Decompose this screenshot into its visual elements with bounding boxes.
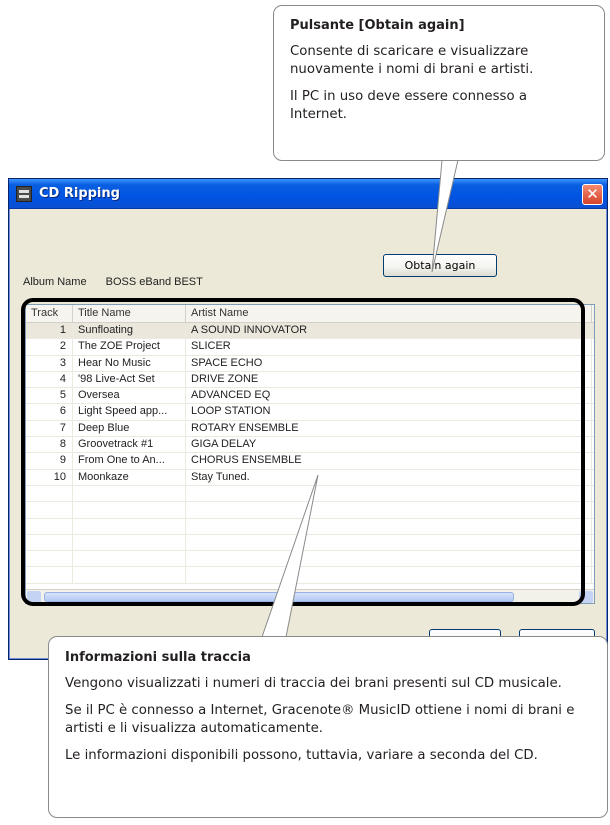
table-cell-title	[73, 551, 186, 567]
table-cell-title: Hear No Music	[73, 355, 186, 371]
scroll-right-arrow[interactable]	[579, 591, 593, 603]
table-cell-track	[26, 551, 73, 567]
table-cell-track	[26, 502, 73, 518]
table-cell-artist	[186, 567, 592, 583]
table-cell-title: '98 Live-Act Set	[73, 371, 186, 388]
track-info-callout: Informazioni sulla traccia Vengono visua…	[48, 636, 608, 818]
table-cell-title	[73, 502, 186, 518]
app-icon	[16, 186, 32, 202]
table-cell-track: 9	[26, 453, 73, 469]
callout-heading: Pulsante [Obtain again]	[290, 18, 465, 33]
table-cell-artist: DRIVE ZONE	[186, 371, 592, 388]
obtain-again-button[interactable]: Obtain again	[383, 254, 497, 277]
table-row[interactable]: 5 Oversea ADVANCED EQ	[26, 388, 594, 405]
callout-heading: Informazioni sulla traccia	[65, 650, 251, 665]
table-row[interactable]: 3 Hear No Music SPACE ECHO	[26, 355, 594, 372]
horizontal-scrollbar[interactable]	[26, 589, 594, 603]
table-cell-title: Light Speed app...	[73, 404, 186, 420]
table-row[interactable]: 8 Groovetrack #1 GIGA DELAY	[26, 437, 594, 454]
table-cell-track: 8	[26, 437, 73, 453]
table-cell-track: 4	[26, 371, 73, 388]
table-row[interactable]: 1 Sunfloating A SOUND INNOVATOR	[26, 323, 594, 340]
callout-text: Il PC in uso deve essere connesso a Inte…	[290, 89, 527, 122]
close-button[interactable]: ✕	[582, 184, 603, 205]
table-cell-title: Deep Blue	[73, 420, 186, 437]
scroll-thumb[interactable]	[44, 592, 514, 602]
table-row[interactable]: 7 Deep Blue ROTARY ENSEMBLE	[26, 420, 594, 438]
table-cell-track: 7	[26, 420, 73, 437]
table-cell-artist: A SOUND INNOVATOR	[186, 323, 592, 339]
table-cell-title	[73, 485, 186, 502]
table-cell-artist: LOOP STATION	[186, 404, 592, 420]
table-row[interactable]	[26, 567, 594, 584]
table-cell-artist	[186, 518, 592, 534]
table-row[interactable]: 6 Light Speed app... LOOP STATION	[26, 404, 594, 421]
table-cell-artist: Stay Tuned.	[186, 469, 592, 485]
table-cell-artist: CHORUS ENSEMBLE	[186, 453, 592, 469]
scroll-left-arrow[interactable]	[27, 591, 41, 603]
table-row[interactable]: 10 Moonkaze Stay Tuned.	[26, 469, 594, 486]
table-row[interactable]	[26, 534, 594, 552]
table-cell-title: Moonkaze	[73, 469, 186, 485]
table-row[interactable]	[26, 518, 594, 535]
column-header-artist[interactable]: Artist Name	[186, 305, 592, 322]
table-cell-artist	[186, 551, 592, 567]
callout-text: Consente di scaricare e visualizzare nuo…	[290, 44, 534, 77]
album-name-row: Album Name BOSS eBand BEST	[23, 276, 203, 288]
table-cell-title	[73, 534, 186, 551]
table-cell-track	[26, 518, 73, 534]
table-header: Track Title Name Artist Name	[26, 305, 594, 323]
column-header-track[interactable]: Track	[26, 305, 73, 322]
album-name-value: BOSS eBand BEST	[105, 276, 203, 288]
table-cell-track: 5	[26, 388, 73, 404]
callout-text: Le informazioni disponibili possono, tut…	[65, 748, 538, 763]
callout-text: Vengono visualizzati i numeri di traccia…	[65, 676, 562, 691]
table-cell-artist: ROTARY ENSEMBLE	[186, 420, 592, 437]
table-cell-track: 1	[26, 323, 73, 339]
table-cell-title	[73, 567, 186, 583]
table-cell-title	[73, 518, 186, 534]
table-cell-track: 3	[26, 355, 73, 371]
title-bar[interactable]: CD Ripping ✕	[9, 179, 607, 209]
table-cell-track: 2	[26, 339, 73, 355]
table-cell-title: Sunfloating	[73, 323, 186, 339]
table-row[interactable]	[26, 485, 594, 503]
table-row[interactable]	[26, 502, 594, 519]
table-cell-track: 6	[26, 404, 73, 420]
table-cell-track: 10	[26, 469, 73, 485]
table-cell-title: The ZOE Project	[73, 339, 186, 355]
table-row[interactable]	[26, 551, 594, 568]
table-cell-artist: ADVANCED EQ	[186, 388, 592, 404]
table-row[interactable]: 4'98 Live-Act Set DRIVE ZONE	[26, 371, 594, 389]
obtain-again-callout: Pulsante [Obtain again] Consente di scar…	[273, 5, 605, 161]
table-cell-artist: GIGA DELAY	[186, 437, 592, 453]
table-cell-track	[26, 534, 73, 551]
callout-text: Se il PC è connesso a Internet, Gracenot…	[65, 703, 575, 736]
table-cell-artist	[186, 485, 592, 502]
table-cell-title: Groovetrack #1	[73, 437, 186, 453]
table-cell-artist	[186, 502, 592, 518]
cd-ripping-window: CD Ripping ✕ Obtain again Album Name BOS…	[8, 178, 608, 660]
track-table[interactable]: Track Title Name Artist Name 1 Sunfloatin…	[25, 304, 595, 604]
album-name-label: Album Name	[23, 276, 87, 288]
column-header-title[interactable]: Title Name	[73, 305, 186, 322]
table-cell-artist	[186, 534, 592, 551]
table-row[interactable]: 2 The ZOE Project SLICER	[26, 339, 594, 356]
table-row[interactable]: 9 From One to An... CHORUS ENSEMBLE	[26, 453, 594, 470]
table-cell-title: From One to An...	[73, 453, 186, 469]
table-cell-track	[26, 567, 73, 583]
table-cell-artist: SPACE ECHO	[186, 355, 592, 371]
table-cell-artist: SLICER	[186, 339, 592, 355]
window-title: CD Ripping	[39, 186, 120, 201]
table-cell-track	[26, 485, 73, 502]
table-cell-title: Oversea	[73, 388, 186, 404]
table-body: 1 Sunfloating A SOUND INNOVATOR 2 The ZOE Pr…	[26, 323, 594, 589]
